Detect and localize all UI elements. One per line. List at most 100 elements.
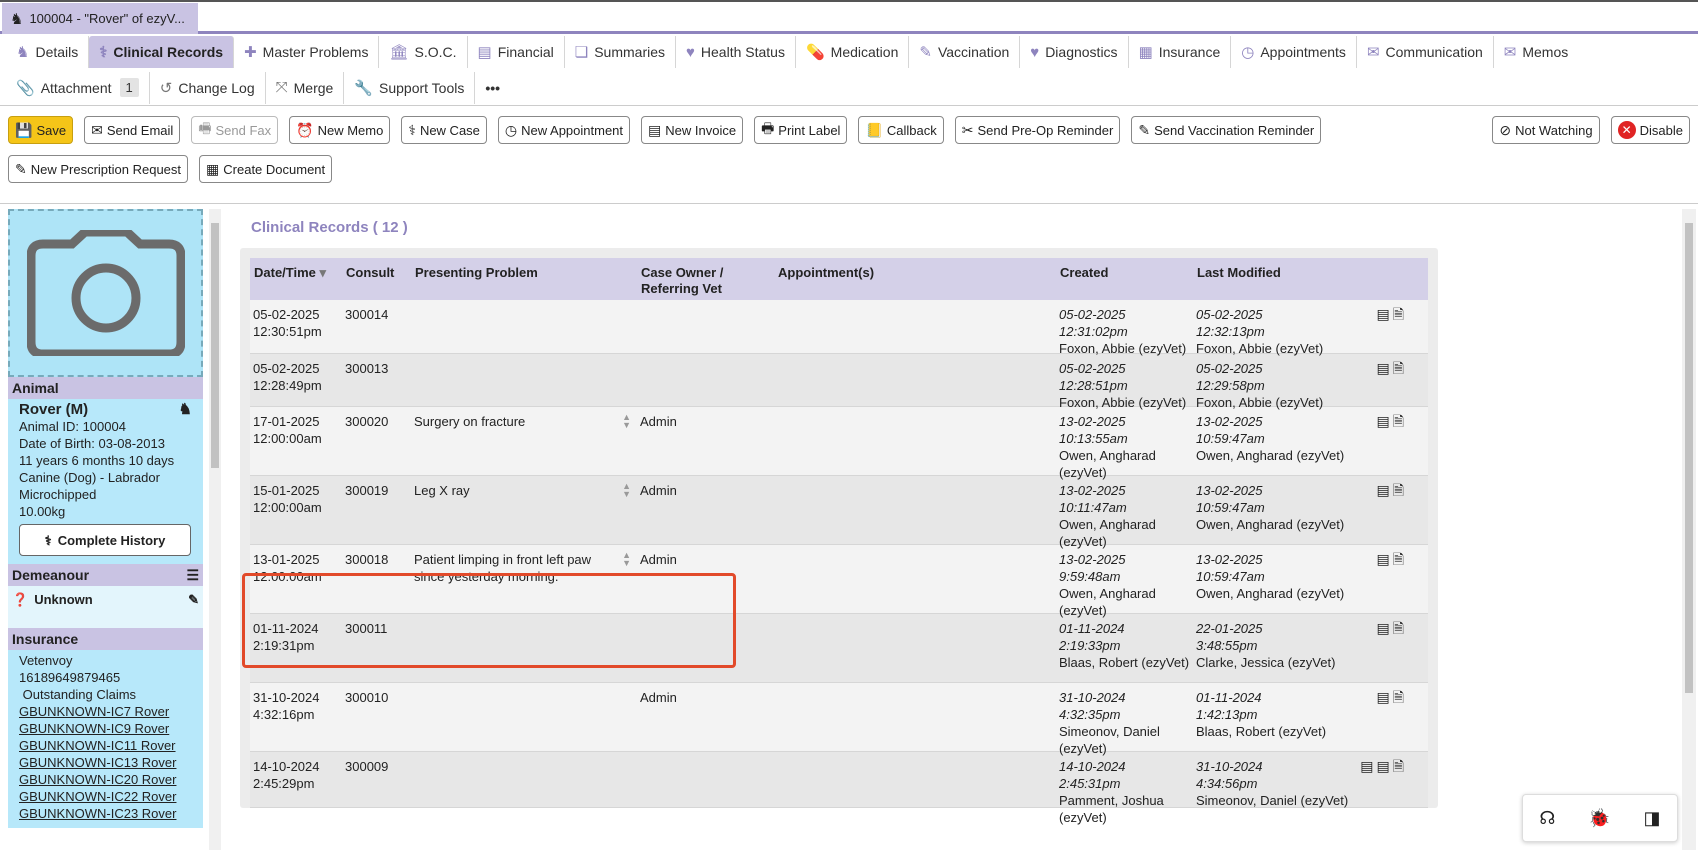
column-header[interactable]: Presenting Problem: [411, 265, 637, 300]
tab-insurance[interactable]: ▦ Insurance: [1129, 36, 1232, 68]
new-prescription-request-button[interactable]: ✎ New Prescription Request: [8, 155, 189, 183]
side-panel-icon[interactable]: ◨: [1644, 808, 1661, 829]
record-consult[interactable]: 300019: [342, 482, 411, 550]
invoice-remove-icon[interactable]: ▤: [1360, 758, 1373, 826]
record-consult[interactable]: 300011: [342, 620, 411, 682]
pdf-icon[interactable]: 🗎: [1393, 482, 1404, 550]
pencil-icon[interactable]: ✎: [188, 592, 199, 608]
tab-more[interactable]: •••: [475, 72, 510, 104]
column-header[interactable]: Last Modified: [1193, 265, 1353, 300]
bug-icon[interactable]: 🐞: [1588, 808, 1610, 829]
column-header[interactable]: Date/Time ▾: [250, 265, 342, 300]
pdf-icon[interactable]: 🗎: [1393, 689, 1404, 757]
record-problem[interactable]: ▲ ▼ Patient limping in front left paw sinc…: [411, 551, 637, 619]
table-row[interactable]: 01-11-2024 2:19:31pm 300011 01-11-2024 2:19:…: [250, 614, 1428, 683]
record-problem[interactable]: [411, 689, 637, 757]
tab-clinical-records[interactable]: ⚕ Clinical Records: [89, 36, 235, 68]
pdf-icon[interactable]: 🗎: [1393, 758, 1404, 826]
create-document-button[interactable]: ▦ Create Document: [199, 155, 333, 183]
tab-communication[interactable]: ✉ Communication: [1357, 36, 1494, 68]
table-row[interactable]: 05-02-2025 12:28:49pm 300013 05-02-2025 12:2…: [250, 354, 1428, 410]
send-preop-reminder-button[interactable]: ✂ Send Pre-Op Reminder: [954, 116, 1121, 144]
column-header[interactable]: Case Owner / Referring Vet: [637, 265, 774, 300]
insurance-claim-link[interactable]: GBUNKNOWN-IC23 Rover: [19, 805, 192, 822]
tab-summaries[interactable]: ❏ Summaries: [565, 36, 676, 68]
insurance-claim-link[interactable]: GBUNKNOWN-IC11 Rover: [19, 737, 192, 754]
insurance-claim-link[interactable]: GBUNKNOWN-IC22 Rover: [19, 788, 192, 805]
print-label-button[interactable]: 🖶 Print Label: [754, 116, 848, 144]
tab-history[interactable]: ↺ Change Log: [150, 71, 266, 104]
sidebar-scroll-thumb[interactable]: [211, 223, 219, 468]
animal-photo-placeholder[interactable]: [8, 209, 203, 377]
support-agent-icon[interactable]: ☊: [1539, 808, 1555, 829]
pdf-icon[interactable]: 🗎: [1393, 413, 1404, 481]
tab-memos[interactable]: ✉ Memos: [1494, 36, 1578, 68]
record-problem[interactable]: ▲ ▼ Surgery on fracture: [411, 413, 637, 481]
record-problem[interactable]: [411, 306, 637, 357]
tab-appointments[interactable]: ◷ Appointments: [1231, 36, 1357, 68]
tab-financial[interactable]: ▤ Financial: [468, 36, 565, 68]
pdf-icon[interactable]: 🗎: [1393, 620, 1404, 682]
record-problem[interactable]: ▲ ▼ Leg X ray: [411, 482, 637, 550]
tab-wrench[interactable]: 🔧 Support Tools: [344, 71, 476, 104]
invoice-icon[interactable]: ▤: [1377, 482, 1390, 550]
sort-desc-icon[interactable]: ▾: [316, 265, 327, 280]
table-row[interactable]: 31-10-2024 4:32:16pm 300010 Admin 31-10-2024…: [250, 683, 1428, 756]
tab-vaccination[interactable]: ✎ Vaccination: [909, 36, 1021, 68]
record-consult[interactable]: 300010: [342, 689, 411, 757]
sidebar-scrollbar[interactable]: [209, 209, 221, 850]
disable-button[interactable]: ✕ Disable: [1610, 116, 1690, 144]
invoice-icon[interactable]: ▤: [1377, 360, 1390, 411]
invoice-icon[interactable]: ▤: [1377, 551, 1390, 619]
table-row[interactable]: 14-10-2024 2:45:29pm 300009 14-10-2024 2:45:…: [250, 752, 1428, 825]
tab-diagnostics[interactable]: ♥ Diagnostics: [1020, 36, 1129, 68]
insurance-claim-link[interactable]: GBUNKNOWN-IC20 Rover: [19, 771, 192, 788]
tab-health-status[interactable]: ♥ Health Status: [676, 36, 796, 68]
not-watching-button[interactable]: ⊘ Not Watching: [1492, 116, 1600, 144]
table-row[interactable]: 15-01-2025 12:00:00am 300019 ▲ ▼ Leg X ray Adm…: [250, 476, 1428, 549]
window-tab[interactable]: ♞ 100004 - "Rover" of ezyV...: [2, 3, 198, 34]
table-row[interactable]: 13-01-2025 12:00:00am 300018 ▲ ▼ Patient limp…: [250, 545, 1428, 618]
save-button[interactable]: 💾 Save: [8, 116, 74, 144]
pdf-icon[interactable]: 🗎: [1393, 360, 1404, 411]
pdf-icon[interactable]: 🗎: [1393, 551, 1404, 619]
record-consult[interactable]: 300009: [342, 758, 411, 826]
record-problem[interactable]: [411, 758, 637, 826]
invoice-icon[interactable]: ▤: [1377, 689, 1390, 757]
invoice-icon[interactable]: ▤: [1377, 413, 1390, 481]
column-header[interactable]: Consult: [342, 265, 411, 300]
send-email-button[interactable]: ✉ Send Email: [84, 116, 181, 144]
invoice-icon[interactable]: ▤: [1377, 758, 1390, 826]
insurance-claim-link[interactable]: GBUNKNOWN-IC13 Rover: [19, 754, 192, 771]
record-problem[interactable]: [411, 620, 637, 682]
column-header[interactable]: Created: [1056, 265, 1193, 300]
main-scrollbar[interactable]: [1682, 209, 1696, 850]
main-scroll-thumb[interactable]: [1685, 223, 1693, 693]
callback-button[interactable]: 📒 Callback: [858, 116, 944, 144]
complete-history-button[interactable]: ⚕ Complete History: [19, 524, 191, 556]
record-problem[interactable]: [411, 360, 637, 411]
stepper-icon[interactable]: ▲ ▼: [622, 551, 631, 568]
record-consult[interactable]: 300020: [342, 413, 411, 481]
column-header[interactable]: Appointment(s): [774, 265, 1056, 300]
table-row[interactable]: 17-01-2025 12:00:00am 300020 ▲ ▼ Surgery on f…: [250, 407, 1428, 480]
invoice-icon[interactable]: ▤: [1377, 620, 1390, 682]
stepper-icon[interactable]: ▲ ▼: [622, 482, 631, 499]
new-invoice-button[interactable]: ▤ New Invoice: [641, 116, 744, 144]
tab-merge[interactable]: ⤧ Merge: [266, 71, 345, 104]
record-consult[interactable]: 300018: [342, 551, 411, 619]
insurance-claim-link[interactable]: GBUNKNOWN-IC7 Rover: [19, 703, 192, 720]
record-consult[interactable]: 300013: [342, 360, 411, 411]
tab-master-problems[interactable]: ✚ Master Problems: [234, 36, 380, 68]
new-appointment-button[interactable]: ◷ New Appointment: [497, 116, 631, 144]
table-row[interactable]: 05-02-2025 12:30:51pm 300014 05-02-2025 12:3…: [250, 300, 1428, 357]
insurance-claim-link[interactable]: GBUNKNOWN-IC9 Rover: [19, 720, 192, 737]
send-fax-button[interactable]: 🖷 Send Fax: [191, 116, 279, 144]
invoice-icon[interactable]: ▤: [1377, 306, 1390, 357]
new-case-button[interactable]: ⚕ New Case: [401, 116, 487, 144]
stepper-icon[interactable]: ▲ ▼: [622, 413, 631, 430]
tab-medication[interactable]: 💊 Medication: [796, 36, 910, 68]
tab-paperclip[interactable]: 📎 Attachment 1: [6, 71, 150, 104]
pdf-icon[interactable]: 🗎: [1393, 306, 1404, 357]
tab-s-o-c-[interactable]: 🏛 S.O.C.: [379, 36, 468, 68]
